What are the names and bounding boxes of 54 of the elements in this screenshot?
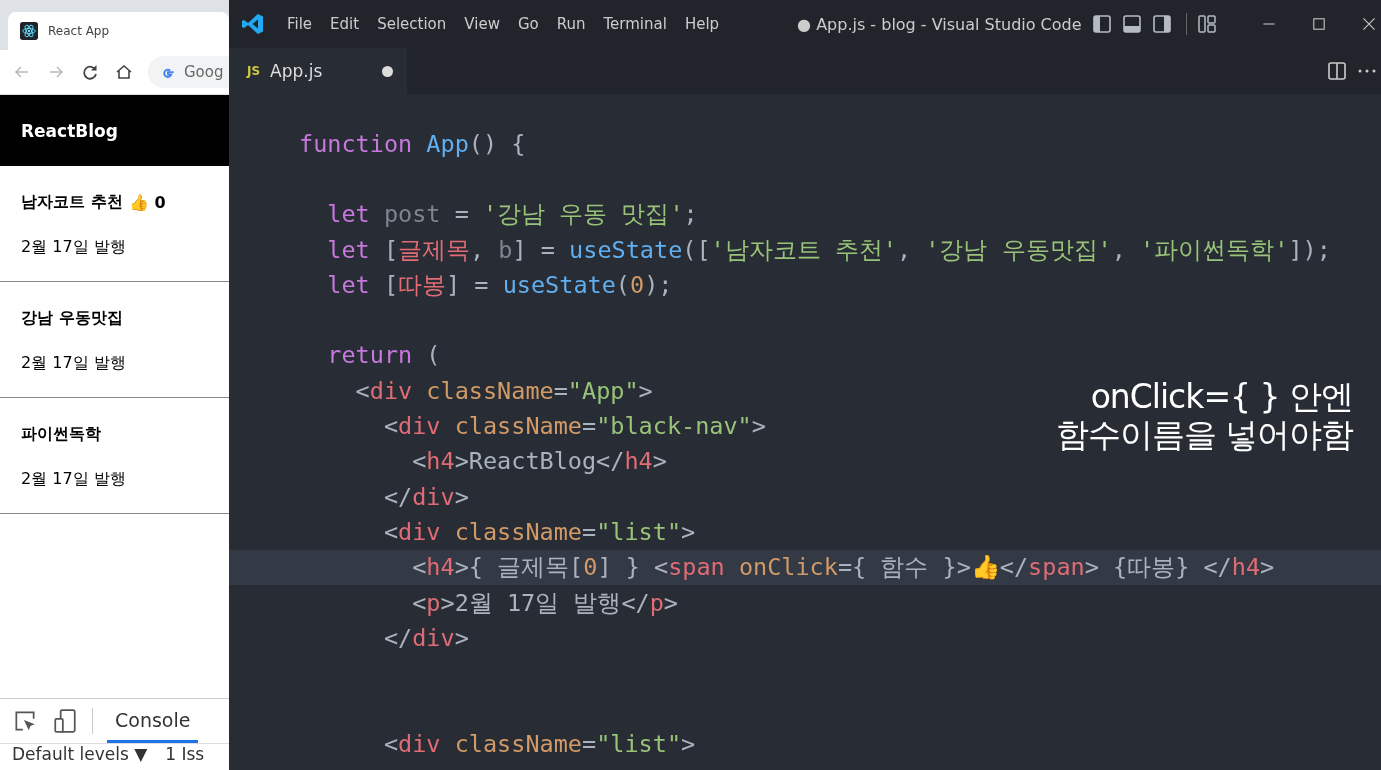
menu-item[interactable]: Go (517, 15, 539, 33)
secondary-layout-icon[interactable] (1151, 14, 1172, 34)
menu-item[interactable]: Help (684, 15, 720, 33)
file-tab[interactable]: JS App.js (229, 48, 407, 94)
code-line: let post = '강남 우동 맛집'; (326, 199, 698, 231)
reload-icon[interactable] (80, 62, 100, 82)
code-line: </div> (382, 623, 469, 652)
caption-text: 함수이름을 넣어야함 (1055, 415, 1353, 454)
code-line: let [글제목, b] = useState(['남자코트 추천', '강남 우동맛집', '파이썬독학']); (326, 234, 1331, 266)
device-icon[interactable] (52, 708, 78, 734)
code-line: <h4>ReactBlog</h4> (411, 447, 667, 476)
customize-layout-icon[interactable] (1196, 14, 1217, 34)
code-line: <div className="list"> (382, 517, 696, 546)
code-line: <div className="App"> (354, 376, 653, 405)
post-date: 2월 17일 발행 (21, 469, 127, 490)
like-count: 0 (154, 193, 166, 212)
sidebar-layout-icon[interactable] (1091, 14, 1112, 34)
atom-icon (20, 22, 38, 40)
home-icon[interactable] (114, 62, 134, 82)
menu-item[interactable]: Edit (330, 15, 360, 33)
post-title: 파이썬독학 (21, 424, 101, 445)
menu-item[interactable]: Terminal (603, 15, 667, 33)
split-editor-icon[interactable] (1327, 61, 1347, 81)
code-line: return ( (326, 341, 441, 370)
code-line: <p>2월 17일 발행</p> (411, 587, 678, 619)
code-line: function App() { (299, 129, 526, 158)
code-line: let [따봉] = useState(0); (326, 269, 673, 301)
post-title: 강남 우동맛집 (21, 308, 123, 329)
code-line: <h4>{ 글제목[0] } <span onClick={ 함수 }>👍</span> {따봉} </h4> (411, 552, 1275, 584)
inspect-icon[interactable] (12, 708, 38, 734)
js-label: JS (247, 64, 261, 78)
caption-text: onClick={ } 안엔 (1089, 378, 1353, 416)
panel-layout-icon[interactable] (1121, 14, 1142, 34)
menu-item[interactable]: Selection (377, 15, 447, 33)
nav-title: ReactBlog (21, 120, 118, 141)
post-title: 남자코트 추천 (21, 192, 123, 213)
menu-item[interactable]: Run (556, 15, 586, 33)
console-tab[interactable]: Console (107, 699, 199, 743)
issues-link[interactable]: 1 Iss (165, 744, 205, 770)
maximize-icon[interactable] (1310, 16, 1327, 32)
browser-tab[interactable]: React App (8, 12, 229, 50)
menu-item[interactable]: File (287, 15, 313, 33)
menu-item[interactable]: View (464, 15, 500, 33)
code-line: </div> (382, 482, 469, 511)
code-line: <div className="list"> (382, 729, 696, 758)
more-icon[interactable] (1357, 68, 1377, 74)
levels-dropdown[interactable]: Default levels ▼ (12, 744, 148, 770)
close-icon[interactable] (1360, 16, 1377, 32)
code-line: <div className="black-nav"> (382, 412, 766, 440)
post-date: 2월 17일 발행 (21, 237, 127, 258)
window-title: ● App.js - blog - Visual Studio Code (797, 14, 1082, 34)
address-field[interactable]: Goog (148, 56, 229, 88)
post-date: 2월 17일 발행 (21, 353, 127, 374)
logo-icon (241, 12, 265, 36)
